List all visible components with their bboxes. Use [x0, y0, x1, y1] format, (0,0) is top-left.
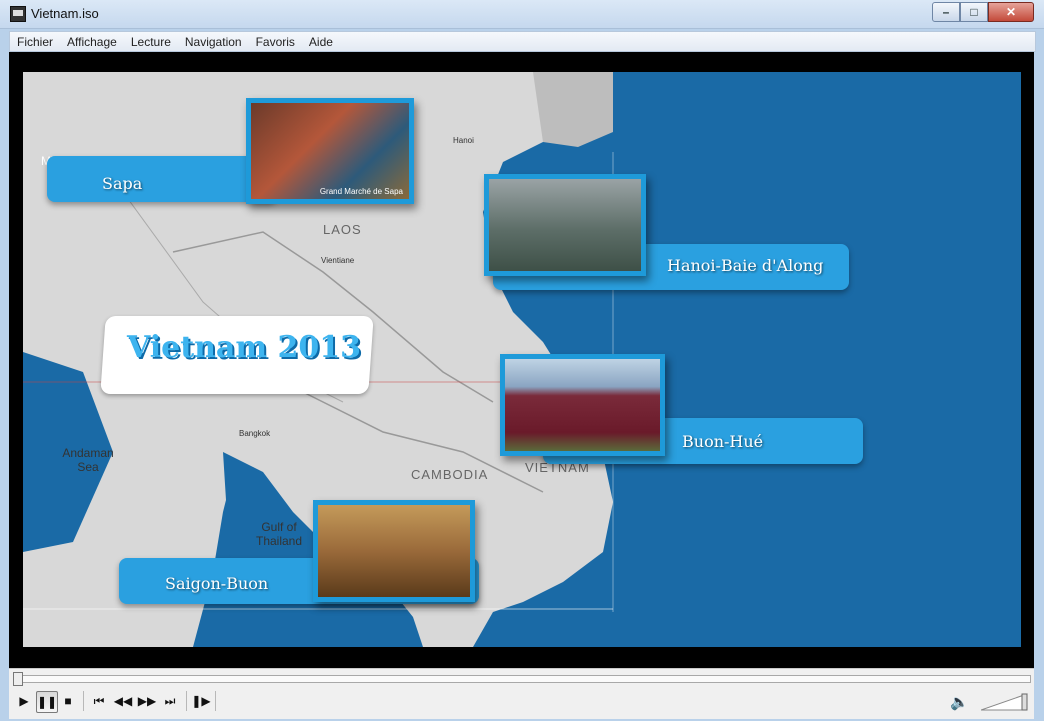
window-controls: – □ ✕ — [932, 2, 1034, 22]
volume-slider[interactable] — [981, 693, 1029, 711]
saigon-label[interactable]: Saigon-Buon — [165, 574, 268, 593]
separator — [215, 691, 216, 711]
map-label-laos: LAOS — [323, 222, 362, 237]
map-label-gulf: Gulf of Thailand — [255, 520, 303, 548]
pause-button[interactable]: ❚❚ — [36, 691, 58, 713]
prev-chapter-button[interactable]: ⏮ — [89, 691, 109, 711]
dvd-menu-scene[interactable]: LAOS CAMBODIA VIETNAM Andaman Sea Gulf o… — [23, 72, 1021, 647]
volume-icon[interactable]: 🔈 — [950, 693, 969, 711]
stop-button[interactable]: ■ — [61, 691, 75, 711]
fast-forward-button[interactable]: ▶▶ — [137, 691, 157, 711]
frame-step-button[interactable]: ❚▶ — [191, 691, 211, 711]
app-icon — [10, 6, 26, 22]
next-chapter-button[interactable]: ⏭ — [160, 691, 180, 711]
menu-navigation[interactable]: Navigation — [178, 35, 249, 49]
hanoi-label[interactable]: Hanoi-Baie d'Along — [667, 256, 823, 275]
menu-affichage[interactable]: Affichage — [60, 35, 124, 49]
sapa-photo[interactable]: Grand Marché de Sapa — [246, 98, 414, 204]
player-controls: ▶ ❚❚ ■ ⏮ ◀◀ ▶▶ ⏭ ❚▶ 🔈 — [9, 668, 1034, 719]
map-label-vientiane: Vientiane — [321, 256, 355, 265]
menu-favoris[interactable]: Favoris — [249, 35, 302, 49]
hue-label[interactable]: Buon-Hué — [682, 432, 763, 451]
title-bar: Vietnam.iso – □ ✕ — [0, 0, 1044, 29]
menu-lecture[interactable]: Lecture — [124, 35, 178, 49]
separator — [186, 691, 187, 711]
hanoi-photo[interactable] — [484, 174, 646, 276]
close-button[interactable]: ✕ — [988, 2, 1034, 22]
video-frame[interactable]: LAOS CAMBODIA VIETNAM Andaman Sea Gulf o… — [9, 52, 1034, 668]
map-label-andaman: Andaman Sea — [62, 446, 114, 474]
menu-bar: Fichier Affichage Lecture Navigation Fav… — [9, 31, 1036, 52]
rewind-button[interactable]: ◀◀ — [113, 691, 133, 711]
sapa-photo-caption: Grand Marché de Sapa — [319, 187, 403, 196]
headline-title: Vietnam 2013 — [127, 330, 362, 365]
play-button[interactable]: ▶ — [15, 691, 33, 711]
minimize-button[interactable]: – — [932, 2, 960, 22]
maximize-button[interactable]: □ — [960, 2, 988, 22]
sapa-stroke — [47, 156, 277, 202]
window-title: Vietnam.iso — [31, 6, 99, 21]
separator — [83, 691, 84, 711]
map-label-cambodia: CAMBODIA — [411, 467, 489, 482]
menu-fichier[interactable]: Fichier — [10, 35, 60, 49]
seek-thumb[interactable] — [13, 672, 23, 686]
map-label-hanoi: Hanoi — [453, 136, 474, 145]
saigon-photo[interactable] — [313, 500, 475, 602]
hue-photo[interactable] — [500, 354, 665, 456]
menu-aide[interactable]: Aide — [302, 35, 340, 49]
map-label-bangkok: Bangkok — [239, 429, 271, 438]
sapa-label[interactable]: Sapa — [102, 174, 142, 193]
seek-bar[interactable] — [13, 672, 1031, 686]
